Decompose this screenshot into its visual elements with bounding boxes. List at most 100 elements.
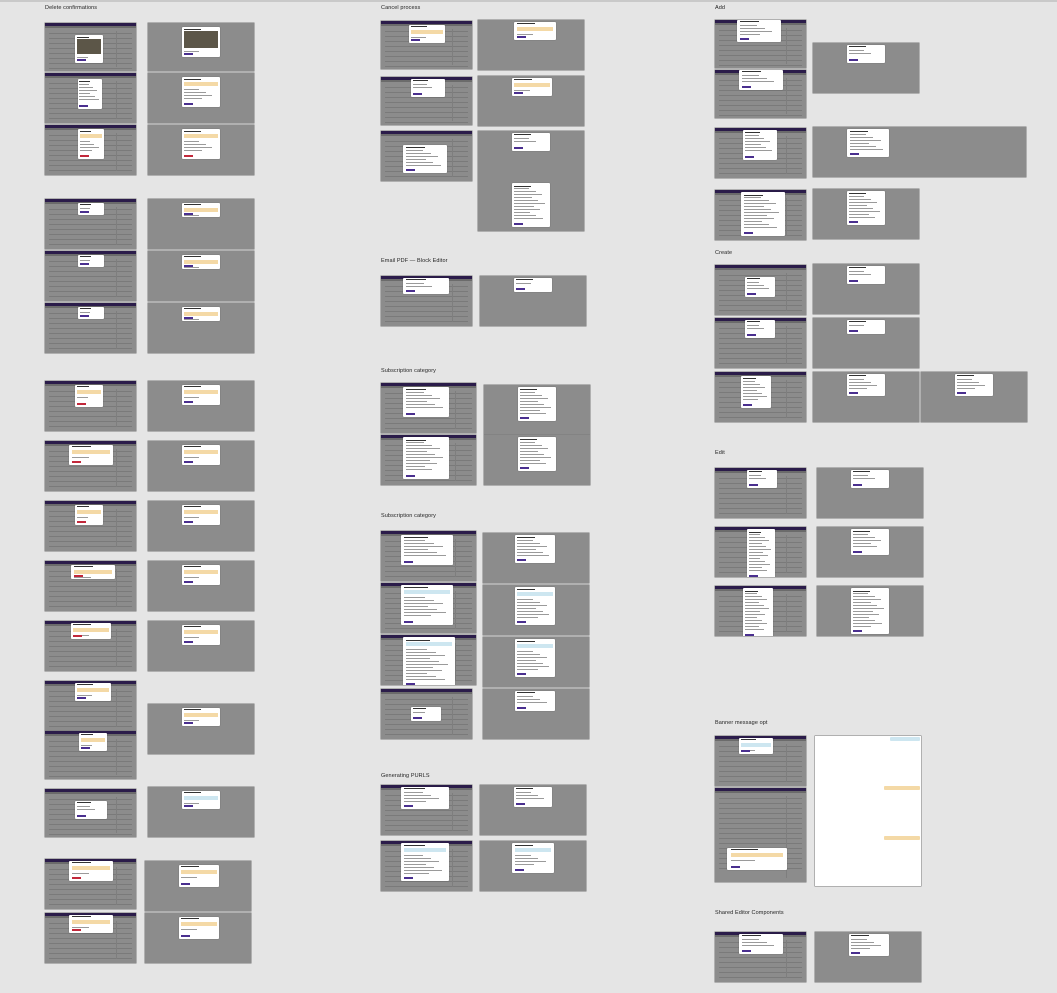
modal-dialog[interactable] (515, 587, 555, 625)
primary-button[interactable] (849, 220, 859, 223)
screen-thumbnail[interactable] (381, 689, 472, 739)
primary-button[interactable] (746, 333, 756, 336)
screen-thumbnail[interactable] (813, 372, 919, 422)
modal-dialog[interactable] (512, 843, 554, 873)
modal-dialog[interactable] (78, 129, 104, 159)
modal-dialog[interactable] (518, 387, 556, 421)
screen-thumbnail[interactable] (381, 841, 472, 891)
primary-button[interactable] (184, 52, 194, 55)
screen-thumbnail[interactable] (483, 533, 589, 583)
screen-thumbnail[interactable] (45, 731, 136, 779)
primary-button[interactable] (184, 102, 194, 105)
modal-dialog[interactable] (851, 529, 889, 555)
primary-button[interactable] (77, 696, 87, 699)
modal-dialog[interactable] (403, 145, 447, 173)
primary-button[interactable] (742, 403, 752, 406)
primary-button[interactable] (405, 412, 415, 415)
modal-dialog[interactable] (401, 585, 453, 625)
modal-dialog[interactable] (514, 787, 552, 807)
delete-button[interactable] (71, 928, 81, 931)
modal-dialog[interactable] (955, 374, 993, 396)
modal-dialog[interactable] (78, 203, 104, 215)
delete-button[interactable] (73, 634, 83, 637)
primary-button[interactable] (412, 716, 422, 719)
modal-dialog[interactable] (512, 133, 550, 151)
screen-thumbnail[interactable] (815, 932, 921, 982)
screen-thumbnail[interactable] (715, 586, 806, 636)
modal-dialog[interactable] (411, 707, 441, 721)
screen-thumbnail[interactable] (817, 527, 923, 577)
screen-thumbnail[interactable] (715, 318, 806, 368)
screen-thumbnail[interactable] (815, 736, 921, 886)
screen-thumbnail[interactable] (478, 76, 584, 126)
screen-thumbnail[interactable] (715, 20, 806, 68)
screen-thumbnail[interactable] (45, 913, 136, 963)
primary-button[interactable] (520, 416, 530, 419)
modal-dialog[interactable] (745, 320, 775, 338)
modal-dialog[interactable] (515, 535, 555, 563)
primary-button[interactable] (80, 746, 90, 749)
modal-dialog[interactable] (403, 637, 455, 685)
modal-dialog[interactable] (182, 255, 220, 269)
primary-button[interactable] (79, 262, 89, 265)
primary-button[interactable] (403, 876, 413, 879)
primary-button[interactable] (79, 210, 89, 213)
screen-thumbnail[interactable] (817, 468, 923, 518)
screen-thumbnail[interactable] (381, 435, 476, 485)
screen-thumbnail[interactable] (715, 265, 806, 315)
primary-button[interactable] (739, 37, 749, 40)
screen-thumbnail[interactable] (480, 276, 586, 326)
primary-button[interactable] (184, 460, 194, 463)
primary-button[interactable] (184, 580, 194, 583)
primary-button[interactable] (849, 152, 859, 155)
primary-button[interactable] (404, 620, 414, 623)
screen-thumbnail[interactable] (45, 303, 136, 353)
modal-dialog[interactable] (69, 445, 113, 465)
modal-dialog[interactable] (847, 266, 885, 284)
modal-dialog[interactable] (411, 79, 445, 97)
primary-button[interactable] (849, 58, 859, 61)
primary-button[interactable] (184, 212, 194, 215)
primary-button[interactable] (748, 574, 758, 577)
modal-dialog[interactable] (847, 374, 885, 396)
primary-button[interactable] (181, 882, 191, 885)
modal-dialog[interactable] (182, 505, 220, 525)
screen-thumbnail[interactable] (715, 932, 806, 982)
primary-button[interactable] (851, 951, 861, 954)
primary-button[interactable] (76, 814, 86, 817)
primary-button[interactable] (746, 292, 756, 295)
screen-thumbnail[interactable] (45, 199, 136, 249)
modal-dialog[interactable] (79, 733, 107, 751)
screen-thumbnail[interactable] (715, 736, 806, 786)
screen-thumbnail[interactable] (148, 787, 254, 837)
modal-dialog[interactable] (851, 588, 889, 634)
primary-button[interactable] (520, 466, 530, 469)
modal-dialog[interactable] (75, 35, 103, 63)
screen-thumbnail[interactable] (483, 689, 589, 739)
screen-thumbnail[interactable] (145, 913, 251, 963)
modal-dialog[interactable] (401, 787, 449, 809)
screen-thumbnail[interactable] (381, 77, 472, 125)
primary-button[interactable] (411, 38, 421, 41)
primary-button[interactable] (517, 620, 527, 623)
screen-thumbnail[interactable] (45, 501, 136, 551)
primary-button[interactable] (184, 400, 194, 403)
primary-button[interactable] (184, 264, 194, 267)
primary-button[interactable] (730, 865, 740, 868)
screen-thumbnail[interactable] (817, 586, 923, 636)
modal-dialog[interactable] (512, 78, 552, 96)
modal-dialog[interactable] (403, 278, 449, 294)
screen-thumbnail[interactable] (813, 189, 919, 239)
modal-dialog[interactable] (747, 529, 775, 577)
primary-button[interactable] (405, 474, 415, 477)
modal-dialog[interactable] (182, 307, 220, 321)
primary-button[interactable] (743, 231, 753, 234)
primary-button[interactable] (404, 560, 414, 563)
modal-dialog[interactable] (75, 385, 103, 407)
modal-dialog[interactable] (179, 917, 219, 939)
delete-button[interactable] (76, 402, 86, 405)
modal-dialog[interactable] (741, 192, 785, 236)
primary-button[interactable] (184, 640, 194, 643)
screen-thumbnail[interactable] (45, 381, 136, 431)
primary-button[interactable] (748, 483, 758, 486)
